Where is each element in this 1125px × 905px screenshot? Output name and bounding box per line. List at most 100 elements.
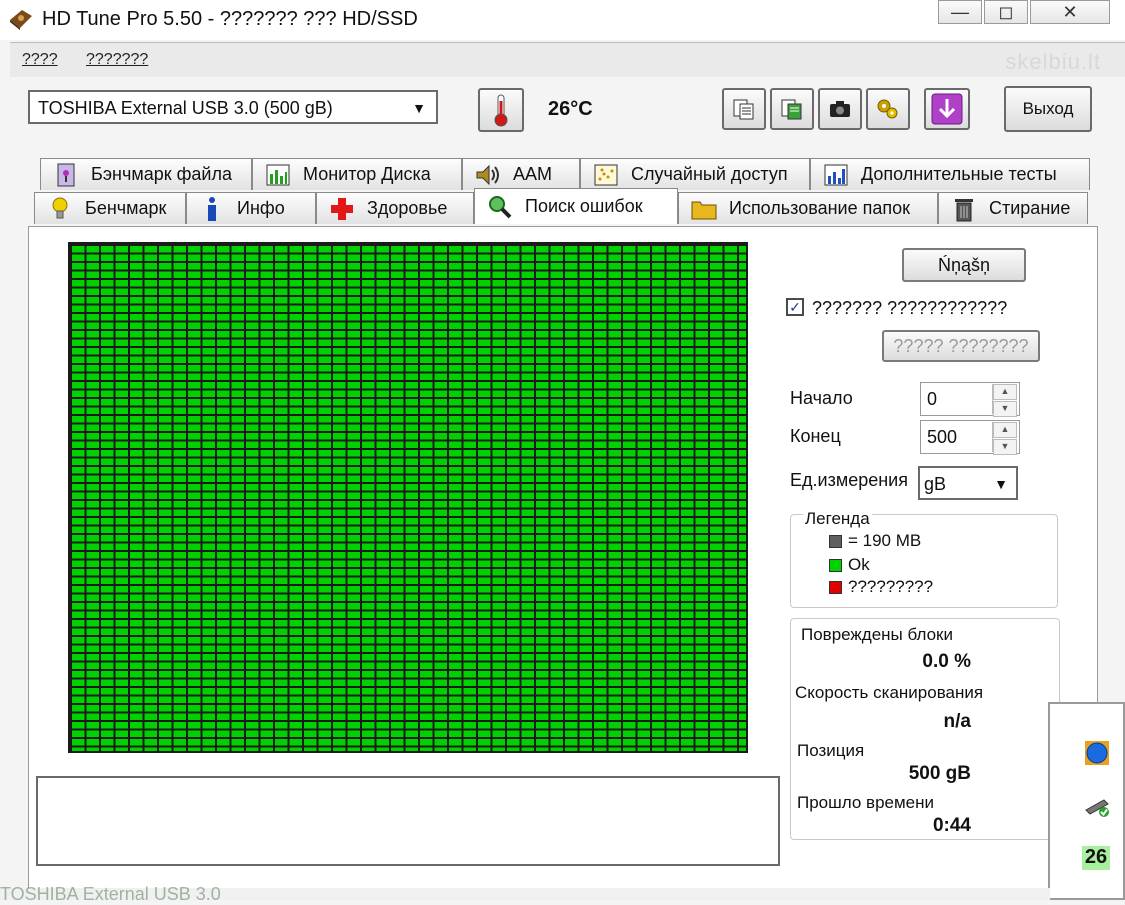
start-scan-label: Ńņąšņ — [937, 254, 991, 275]
maximize-icon: ◻ — [998, 1, 1014, 22]
quick-scan-label: ??????? ???????????? — [812, 298, 1008, 318]
tab-folder-usage[interactable]: Использование папок — [678, 192, 938, 224]
gray-swatch-icon — [829, 534, 842, 548]
temperature-value: 26°C — [548, 98, 593, 120]
lightbulb-icon — [47, 196, 73, 222]
spin-down-icon[interactable]: ▼ — [993, 439, 1017, 455]
block-map-grid — [68, 242, 748, 753]
usb-safe-remove-icon[interactable] — [1084, 796, 1112, 823]
blue-circle-icon[interactable] — [1084, 740, 1110, 771]
end-label: Конец — [790, 426, 841, 446]
end-value: 500 — [927, 427, 958, 447]
background-window-strip: TOSHIBA External USB 3.0 — [0, 884, 1050, 904]
tab-label: Бэнчмарк файла — [91, 164, 232, 184]
scatter-icon — [593, 162, 619, 188]
start-label: Начало — [790, 388, 853, 408]
options-button[interactable] — [866, 88, 910, 130]
elapsed-time-value: 0:44 — [932, 815, 971, 836]
tab-erase[interactable]: Стирание — [938, 192, 1088, 224]
start-value: 0 — [927, 389, 938, 409]
legend-label: Ok — [848, 555, 870, 574]
save-button[interactable] — [924, 88, 970, 130]
start-spinbox[interactable]: 0 ▲ ▼ — [920, 382, 1020, 417]
screenshot-button[interactable] — [818, 88, 862, 130]
spin-up-icon[interactable]: ▲ — [993, 422, 1017, 438]
secondary-action-button[interactable]: ????? ???????? — [882, 330, 1040, 362]
minimize-button[interactable]: — — [938, 0, 982, 24]
exit-button[interactable]: Выход — [1004, 86, 1092, 132]
file-benchmark-icon — [53, 162, 79, 188]
hdtune-app-icon — [8, 6, 34, 32]
tab-aam[interactable]: AAM — [462, 158, 580, 190]
drive-select-value: TOSHIBA External USB 3.0 (500 gB) — [38, 98, 333, 118]
damaged-blocks-value: 0.0 % — [922, 651, 971, 672]
background-ghost-text: TOSHIBA External USB 3.0 — [0, 884, 221, 904]
scan-speed-value: n/a — [943, 711, 971, 732]
spin-down-icon[interactable]: ▼ — [993, 401, 1017, 417]
maximize-button[interactable]: ◻ — [984, 0, 1028, 24]
secondary-action-label: ????? ???????? — [893, 335, 1029, 356]
temperature-button[interactable] — [478, 88, 524, 132]
end-spinbox[interactable]: 500 ▲ ▼ — [920, 420, 1020, 455]
tab-label: Стирание — [989, 198, 1071, 218]
tab-extra-tests[interactable]: Дополнительные тесты — [810, 158, 1090, 190]
tab-label: Использование папок — [729, 198, 911, 218]
green-swatch-icon — [829, 558, 842, 572]
down-arrow-icon — [931, 93, 963, 125]
close-button[interactable]: ✕ — [1030, 0, 1110, 24]
copy-info-button[interactable] — [722, 88, 766, 130]
tab-label: Монитор Диска — [303, 164, 431, 184]
menu-item-help[interactable]: ??????? — [86, 51, 148, 69]
menu-bar: ???? ??????? skelbiu.lt — [10, 42, 1125, 77]
quick-scan-checkbox[interactable]: ✓ — [786, 298, 804, 316]
extra-tests-icon — [823, 162, 849, 188]
tab-error-scan[interactable]: Поиск ошибок — [474, 188, 678, 224]
tab-benchmark[interactable]: Бенчмарк — [34, 192, 186, 224]
tray-popup — [1048, 702, 1125, 900]
window-title: HD Tune Pro 5.50 - ??????? ??? HD/SSD — [42, 8, 418, 30]
magnifier-icon — [487, 194, 513, 220]
scan-speed-label: Скорость сканирования — [795, 683, 984, 702]
tab-label: Поиск ошибок — [525, 196, 643, 216]
camera-icon — [830, 101, 850, 117]
position-value: 500 gB — [908, 763, 971, 784]
copy-all-button[interactable] — [770, 88, 814, 130]
unit-select[interactable]: gB ▼ — [918, 466, 1018, 500]
tab-disk-monitor[interactable]: Монитор Диска — [252, 158, 462, 190]
legend-item-damaged: ????????? — [829, 577, 933, 597]
legend-title: Легенда — [803, 509, 872, 529]
tab-label: Дополнительные тесты — [861, 164, 1057, 184]
gears-icon — [877, 99, 898, 119]
title-bar: HD Tune Pro 5.50 - ??????? ??? HD/SSD — … — [0, 0, 1125, 40]
speaker-icon — [475, 162, 501, 188]
stats-box: Повреждены блоки 0.0 % Скорость сканиров… — [790, 618, 1060, 840]
elapsed-time-label: Прошло времени — [797, 793, 935, 812]
legend-item-ok: Ok — [829, 555, 870, 575]
menu-item-file[interactable]: ???? — [22, 51, 58, 69]
legend-box: Легенда = 190 MB Ok ????????? — [790, 509, 1058, 608]
tab-label: Здоровье — [367, 198, 448, 218]
position-label: Позиция — [797, 741, 865, 760]
spin-up-icon[interactable]: ▲ — [993, 384, 1017, 400]
tab-label: AAM — [513, 164, 553, 184]
folder-icon — [691, 196, 717, 222]
log-textbox[interactable] — [36, 776, 780, 866]
bar-chart-icon — [265, 162, 291, 188]
minimize-icon: — — [951, 1, 969, 22]
start-scan-button[interactable]: Ńņąšņ — [902, 248, 1026, 282]
exit-button-label: Выход — [1022, 99, 1074, 118]
close-icon: ✕ — [1062, 1, 1078, 22]
unit-label: Ед.измерения — [790, 470, 908, 490]
drive-select[interactable]: TOSHIBA External USB 3.0 (500 gB) ▼ — [28, 90, 438, 124]
tab-random-access[interactable]: Случайный доступ — [580, 158, 810, 190]
tab-label: Случайный доступ — [631, 164, 788, 184]
red-swatch-icon — [829, 580, 842, 594]
chevron-down-icon: ▼ — [412, 100, 426, 116]
tab-file-benchmark[interactable]: Бэнчмарк файла — [40, 158, 252, 190]
trash-icon — [951, 196, 977, 222]
tray-temperature-badge[interactable]: 26 — [1082, 846, 1110, 870]
tab-info[interactable]: Инфо — [186, 192, 316, 224]
tab-health[interactable]: Здоровье — [316, 192, 474, 224]
legend-item-block-size: = 190 MB — [829, 531, 921, 551]
unit-value: gB — [924, 474, 947, 494]
